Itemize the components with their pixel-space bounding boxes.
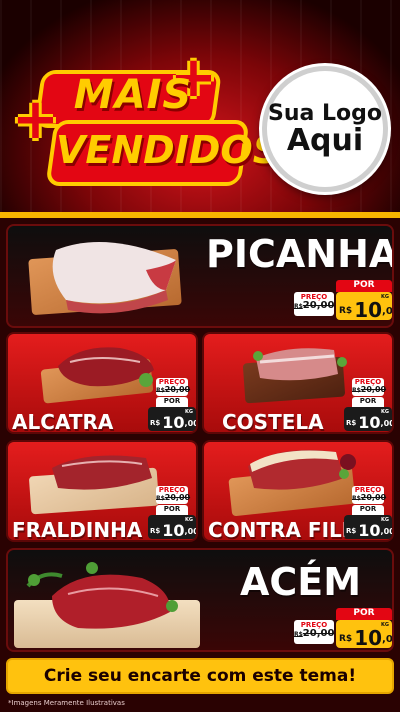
badge-line-1: MAIS <box>73 72 193 118</box>
old-price-value: R$20,00 <box>294 628 335 639</box>
unit-label: KG <box>185 517 193 523</box>
por-label: POR <box>352 505 384 515</box>
currency-symbol: R$ <box>346 527 357 535</box>
product-name: FRALDINHA <box>12 518 143 542</box>
price-value: 10 <box>354 298 383 322</box>
badge-line-2: VENDIDOS <box>56 128 281 172</box>
picanha-meat-image <box>52 242 176 314</box>
product-card-costela: COSTELA PREÇO R$20,00 POR R$ 10 ,00 KG <box>202 332 394 434</box>
price-cents: ,00 <box>382 306 393 317</box>
current-price: R$ 10 ,00 KG <box>148 515 196 539</box>
por-label: POR <box>156 505 188 515</box>
plus-icon: + <box>12 87 59 152</box>
currency-symbol: R$ <box>346 419 357 427</box>
por-label: POR <box>336 608 392 620</box>
por-label: POR <box>156 397 188 407</box>
price-tag: PREÇO R$20,00 POR R$ 10 ,00 KG <box>148 486 196 540</box>
old-price-value: R$20,00 <box>352 385 387 394</box>
old-price-value: R$20,00 <box>156 493 191 502</box>
price-value: 10 <box>358 521 381 540</box>
unit-label: KG <box>381 622 389 628</box>
price-value: 10 <box>358 413 381 432</box>
unit-label: KG <box>381 517 389 523</box>
price-value: 10 <box>162 521 185 540</box>
price-value: 10 <box>162 413 185 432</box>
old-price-tag: PREÇO R$20,00 <box>294 620 334 644</box>
cta-banner[interactable]: Crie seu encarte com este tema! <box>6 658 394 694</box>
costela-meat-image <box>253 348 347 381</box>
unit-label: KG <box>381 409 389 415</box>
old-price-tag: PREÇO R$20,00 <box>352 378 387 396</box>
current-price: R$ 10 ,00 KG <box>344 515 392 539</box>
price-tag: PREÇO R$20,00 POR R$ 10 ,00 KG <box>148 378 196 432</box>
price-cents: ,00 <box>382 634 393 645</box>
product-name: ACÉM <box>240 560 362 604</box>
unit-label: KG <box>381 294 389 300</box>
logo-placeholder: Sua Logo Aqui <box>262 66 388 192</box>
old-price-tag: PREÇO R$20,00 <box>156 486 191 504</box>
mais-vendidos-badge: + + MAIS VENDIDOS <box>10 50 281 190</box>
currency-symbol: R$ <box>150 527 161 535</box>
product-name: COSTELA <box>222 410 324 434</box>
product-card-acem: ACÉM POR PREÇO R$20,00 R$ 10 ,00 KG <box>6 548 394 652</box>
price-tag: POR PREÇO R$20,00 R$ 10 ,00 KG <box>294 278 392 322</box>
currency-symbol: R$ <box>339 634 353 644</box>
current-price: R$ 10 ,00 KG <box>148 407 196 431</box>
disclaimer-footnote: *Imagens Meramente Ilustrativas <box>8 699 125 707</box>
price-cents: ,00 <box>380 419 394 428</box>
price-tag: PREÇO R$20,00 POR R$ 10 ,00 KG <box>344 486 392 540</box>
currency-symbol: R$ <box>339 306 353 316</box>
price-tag: POR PREÇO R$20,00 R$ 10 ,00 KG <box>294 606 392 650</box>
currency-symbol: R$ <box>150 419 161 427</box>
alcatra-meat-image <box>58 347 154 387</box>
header-banner: + + MAIS VENDIDOS Sua Logo Aqui <box>0 0 400 215</box>
current-price: R$ 10 ,00 KG <box>344 407 392 431</box>
product-card-alcatra: ALCATRA PREÇO R$20,00 POR R$ 10 ,00 KG <box>6 332 198 434</box>
product-card-contra-file: CONTRA FILÉ PREÇO R$20,00 POR R$ 10 ,00 … <box>202 440 394 542</box>
old-price-value: R$20,00 <box>294 300 335 311</box>
old-price-value: R$20,00 <box>352 493 387 502</box>
old-price-tag: PREÇO R$20,00 <box>352 486 387 504</box>
current-price: R$ 10 ,00 KG <box>336 620 392 648</box>
price-tag: PREÇO R$20,00 POR R$ 10 ,00 KG <box>344 378 392 432</box>
price-value: 10 <box>354 626 383 650</box>
product-name: CONTRA FILÉ <box>208 518 356 542</box>
logo-line-2: Aqui <box>286 122 364 158</box>
old-price-value: R$20,00 <box>156 385 191 394</box>
price-cents: ,00 <box>184 419 198 428</box>
old-price-tag: PREÇO R$20,00 <box>156 378 191 396</box>
current-price: R$ 10 ,00 KG <box>336 292 392 320</box>
price-cents: ,00 <box>184 527 198 536</box>
product-name: PICANHA <box>206 232 394 276</box>
price-cents: ,00 <box>380 527 394 536</box>
por-label: POR <box>352 397 384 407</box>
fraldinha-meat-image <box>52 455 152 490</box>
logo-line-1: Sua Logo <box>267 100 382 126</box>
por-label: POR <box>336 280 392 292</box>
product-name: ALCATRA <box>12 410 114 434</box>
product-card-picanha: PICANHA POR PREÇO R$20,00 R$ 10 ,00 KG <box>6 224 394 328</box>
unit-label: KG <box>185 409 193 415</box>
product-card-fraldinha: FRALDINHA PREÇO R$20,00 POR R$ 10 ,00 KG <box>6 440 198 542</box>
contra-file-meat-image <box>248 449 356 490</box>
old-price-tag: PREÇO R$20,00 <box>294 292 334 316</box>
acem-meat-image <box>26 562 178 629</box>
